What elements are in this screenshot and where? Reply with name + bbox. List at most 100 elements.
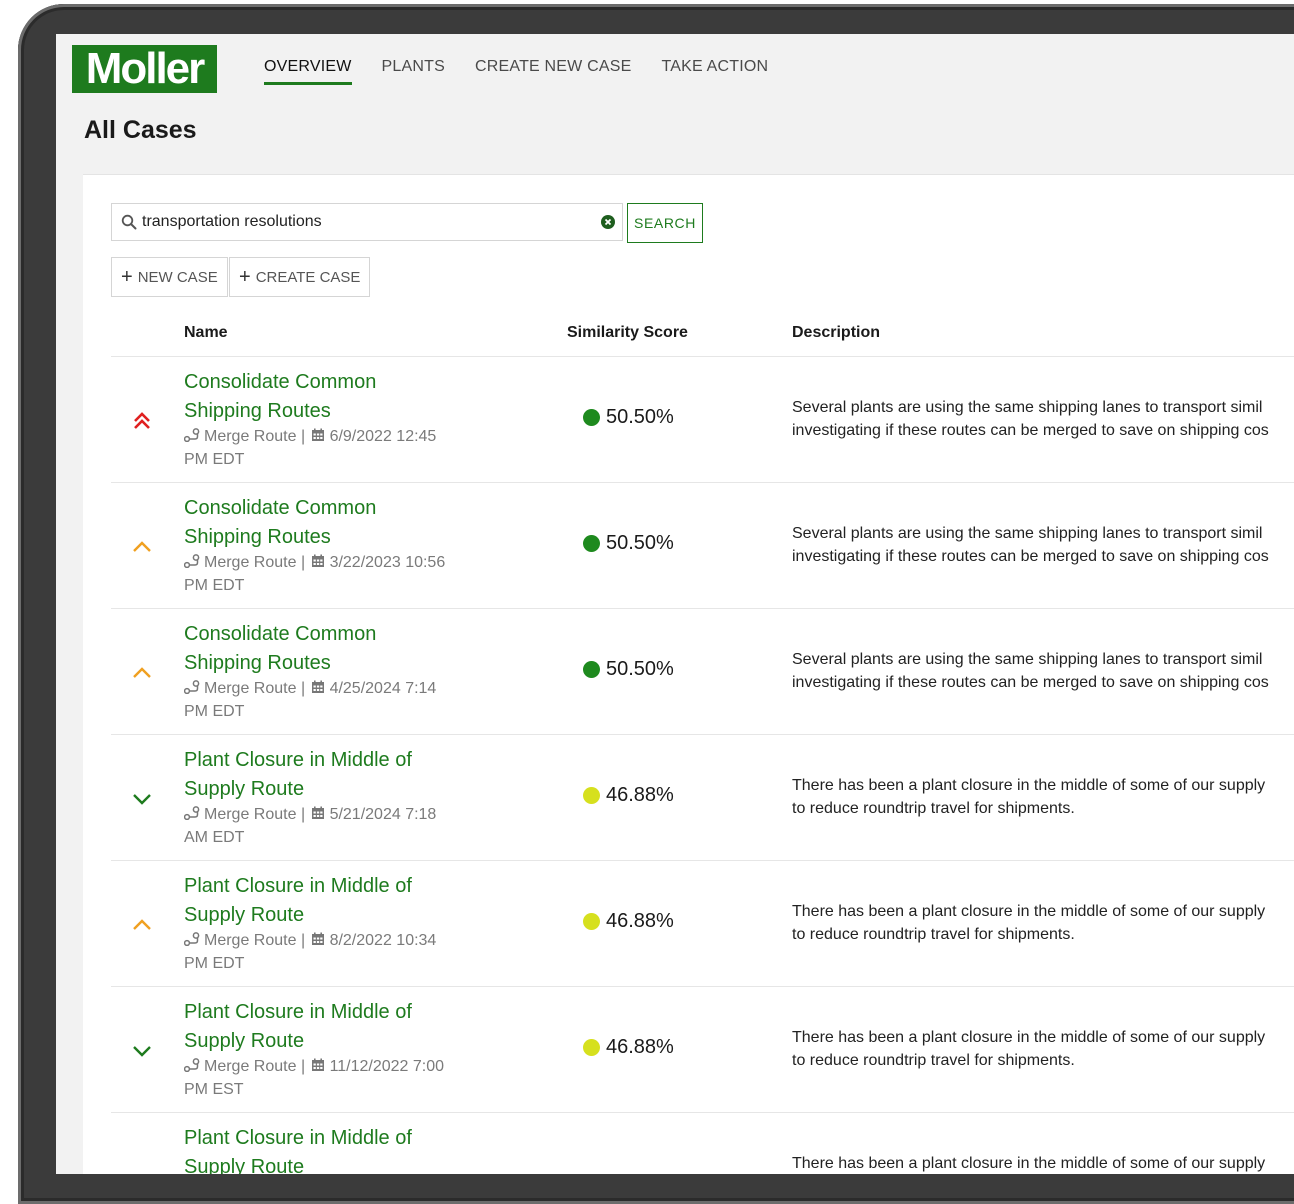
case-description: Several plants are using the same shippi… bbox=[792, 522, 1294, 572]
table-row[interactable]: Consolidate Common Shipping Routes Merge… bbox=[111, 356, 1294, 483]
case-title-line: Plant Closure in Middle of bbox=[184, 1127, 412, 1149]
table-row[interactable]: Plant Closure in Middle of Supply Route … bbox=[111, 734, 1294, 861]
score-status-dot bbox=[583, 409, 600, 426]
score-value: 46.88% bbox=[606, 784, 674, 806]
case-title-line: Plant Closure in Middle of bbox=[184, 1001, 412, 1023]
case-title-link[interactable]: Consolidate Common Shipping Routes bbox=[184, 620, 464, 678]
description-line: investigating if these routes can be mer… bbox=[792, 422, 1269, 439]
case-datetime: 4/25/2024 7:14 bbox=[329, 680, 437, 697]
table-row[interactable]: Plant Closure in Middle of Supply Route … bbox=[111, 986, 1294, 1113]
main-nav: OVERVIEW PLANTS CREATE NEW CASE TAKE ACT… bbox=[264, 58, 798, 85]
meta-separator: | bbox=[300, 428, 310, 445]
table-row[interactable]: Consolidate Common Shipping Routes Merge… bbox=[111, 608, 1294, 735]
description-line: Several plants are using the same shippi… bbox=[792, 525, 1263, 542]
case-type: Merge Route bbox=[204, 680, 297, 697]
case-type: Merge Route bbox=[204, 554, 297, 571]
case-title-line: Shipping Routes bbox=[184, 526, 331, 548]
new-case-button[interactable]: + NEW CASE bbox=[111, 257, 228, 297]
case-type: Merge Route bbox=[204, 806, 297, 823]
plus-icon: + bbox=[239, 266, 251, 288]
similarity-score: 50.50% bbox=[583, 532, 674, 555]
double-chevron-up-icon bbox=[129, 408, 155, 434]
case-title-line: Supply Route bbox=[184, 1030, 305, 1052]
chevron-up-icon bbox=[129, 660, 155, 686]
table-header: Name Similarity Score Description bbox=[111, 310, 1294, 357]
case-meta: Merge Route | 5/21/2024 7:18 AM EDT bbox=[184, 803, 484, 849]
app-screen: Moller OVERVIEW PLANTS CREATE NEW CASE T… bbox=[56, 34, 1294, 1174]
case-description: There has been a plant closure in the mi… bbox=[792, 900, 1294, 950]
case-title-line: Shipping Routes bbox=[184, 652, 331, 674]
case-title-link[interactable]: Consolidate Common Shipping Routes bbox=[184, 494, 464, 552]
case-title-link[interactable]: Plant Closure in Middle of Supply Route bbox=[184, 872, 464, 930]
case-title-link[interactable]: Plant Closure in Middle of Supply Route bbox=[184, 998, 464, 1056]
case-description: There has been a plant closure in the mi… bbox=[792, 1026, 1294, 1076]
similarity-score: 50.50% bbox=[583, 658, 674, 681]
score-value: 46.88% bbox=[606, 1036, 674, 1058]
case-description: Several plants are using the same shippi… bbox=[792, 648, 1294, 698]
meta-separator: | bbox=[300, 680, 310, 697]
case-datetime: 6/9/2022 12:45 bbox=[329, 428, 437, 445]
description-line: There has been a plant closure in the mi… bbox=[792, 1029, 1266, 1046]
case-meta: Merge Route | 11/12/2022 7:00 PM EST bbox=[184, 1055, 484, 1101]
table-row[interactable]: Plant Closure in Middle of Supply Route … bbox=[111, 1112, 1294, 1174]
search-box bbox=[111, 203, 623, 241]
case-type: Merge Route bbox=[204, 428, 297, 445]
column-header-name[interactable]: Name bbox=[184, 324, 228, 342]
create-case-button[interactable]: + CREATE CASE bbox=[229, 257, 371, 297]
route-icon bbox=[184, 1058, 200, 1072]
similarity-score: 46.88% bbox=[583, 1036, 674, 1059]
description-line: investigating if these routes can be mer… bbox=[792, 674, 1269, 691]
column-header-description[interactable]: Description bbox=[792, 324, 880, 342]
case-datetime: 11/12/2022 7:00 bbox=[329, 1058, 445, 1075]
page-title: All Cases bbox=[84, 116, 197, 144]
calendar-icon bbox=[311, 932, 324, 945]
meta-separator: | bbox=[300, 932, 310, 949]
nav-create-new-case[interactable]: CREATE NEW CASE bbox=[475, 58, 632, 85]
search-button[interactable]: SEARCH bbox=[627, 203, 703, 243]
nav-take-action[interactable]: TAKE ACTION bbox=[662, 58, 769, 85]
description-line: There has been a plant closure in the mi… bbox=[792, 903, 1266, 920]
nav-plants[interactable]: PLANTS bbox=[382, 58, 445, 85]
description-line: to reduce roundtrip travel for shipments… bbox=[792, 926, 1075, 943]
case-description: There has been a plant closure in the mi… bbox=[792, 1152, 1294, 1174]
meta-separator: | bbox=[300, 1058, 310, 1075]
case-title-line: Consolidate Common bbox=[184, 623, 377, 645]
case-datetime: 8/2/2022 10:34 bbox=[329, 932, 437, 949]
calendar-icon bbox=[311, 428, 324, 441]
score-status-dot bbox=[583, 913, 600, 930]
create-case-label: CREATE CASE bbox=[255, 268, 361, 286]
chevron-down-icon bbox=[129, 786, 155, 812]
similarity-score: 46.88% bbox=[583, 784, 674, 807]
route-icon bbox=[184, 554, 200, 568]
case-title-link[interactable]: Plant Closure in Middle of Supply Route bbox=[184, 746, 464, 804]
case-title-link[interactable]: Consolidate Common Shipping Routes bbox=[184, 368, 464, 426]
meta-separator: | bbox=[300, 806, 310, 823]
calendar-icon bbox=[311, 680, 324, 693]
score-status-dot bbox=[583, 787, 600, 804]
similarity-score: 50.50% bbox=[583, 406, 674, 429]
chevron-down-icon bbox=[129, 1038, 155, 1064]
table-row[interactable]: Plant Closure in Middle of Supply Route … bbox=[111, 860, 1294, 987]
case-title-line: Plant Closure in Middle of bbox=[184, 875, 412, 897]
case-title-line: Supply Route bbox=[184, 904, 305, 926]
case-title-line: Consolidate Common bbox=[184, 371, 377, 393]
route-icon bbox=[184, 428, 200, 442]
column-header-similarity-score[interactable]: Similarity Score bbox=[567, 324, 688, 342]
brand-logo[interactable]: Moller bbox=[72, 45, 217, 93]
case-datetime-zone: PM EDT bbox=[184, 577, 245, 594]
clear-circle-icon[interactable] bbox=[601, 215, 615, 229]
search-icon bbox=[121, 214, 137, 230]
calendar-icon bbox=[311, 554, 324, 567]
plus-icon: + bbox=[121, 266, 133, 288]
case-meta: Merge Route | 6/9/2022 12:45 PM EDT bbox=[184, 425, 484, 471]
route-icon bbox=[184, 806, 200, 820]
case-title-line: Shipping Routes bbox=[184, 400, 331, 422]
case-datetime-zone: PM EDT bbox=[184, 451, 245, 468]
description-line: Several plants are using the same shippi… bbox=[792, 651, 1263, 668]
case-title-line: Consolidate Common bbox=[184, 497, 377, 519]
table-row[interactable]: Consolidate Common Shipping Routes Merge… bbox=[111, 482, 1294, 609]
nav-overview[interactable]: OVERVIEW bbox=[264, 58, 352, 85]
chevron-up-icon bbox=[129, 912, 155, 938]
search-input[interactable] bbox=[142, 204, 582, 240]
case-meta: Merge Route | 4/25/2024 7:14 PM EDT bbox=[184, 677, 484, 723]
